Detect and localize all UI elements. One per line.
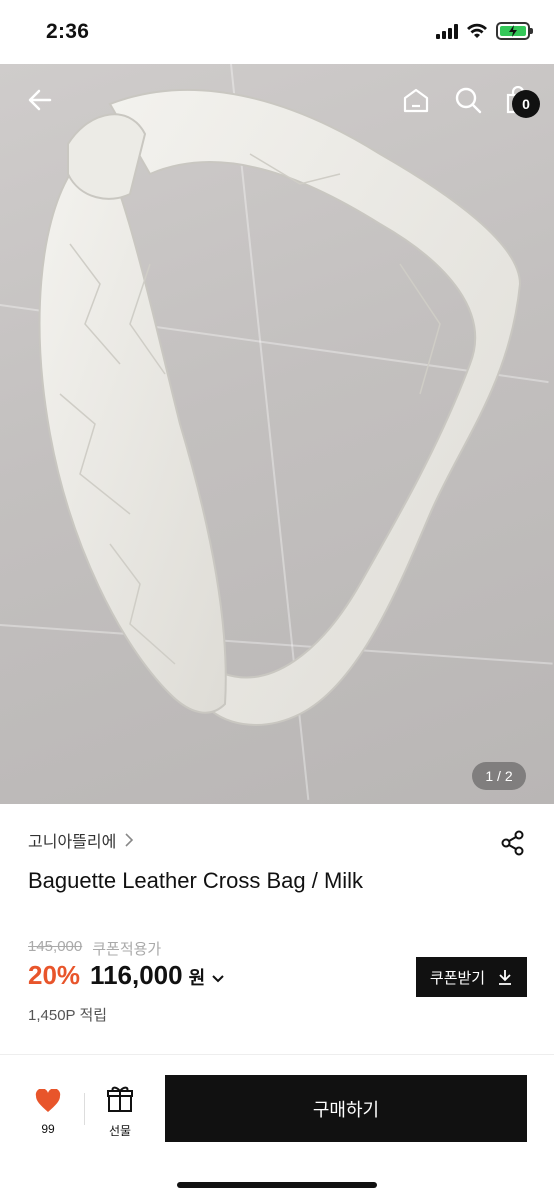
share-button[interactable] xyxy=(498,828,528,858)
price-row[interactable]: 20% 116,000 원 xyxy=(28,960,225,991)
cart-count-badge: 0 xyxy=(512,90,540,118)
product-image[interactable] xyxy=(0,64,554,804)
gift-button[interactable]: 선물 xyxy=(100,1085,140,1139)
original-price: 145,000 xyxy=(28,938,83,955)
chevron-right-icon xyxy=(125,833,134,847)
signal-icon xyxy=(436,23,458,39)
buy-button-label: 구매하기 xyxy=(312,1099,380,1120)
buy-button[interactable]: 구매하기 xyxy=(165,1075,527,1142)
share-icon xyxy=(501,830,524,856)
currency-unit: 원 xyxy=(188,968,206,988)
divider xyxy=(84,1093,85,1125)
home-icon xyxy=(403,88,429,113)
search-button[interactable] xyxy=(450,82,486,118)
brand-link[interactable]: 고니아뜰리에 xyxy=(28,828,134,852)
gift-label: 선물 xyxy=(108,1124,132,1138)
home-indicator xyxy=(177,1182,377,1188)
image-pager: 1 / 2 xyxy=(472,762,526,790)
coupon-button-label: 쿠폰받기 xyxy=(429,969,486,987)
brand-name: 고니아뜰리에 xyxy=(28,834,117,851)
like-count: 99 xyxy=(41,1122,55,1136)
reward-points: 1,450P 적립 xyxy=(28,1007,108,1024)
sale-price: 116,000 xyxy=(90,960,183,990)
coupon-download-button[interactable]: 쿠폰받기 xyxy=(416,957,527,997)
original-price-row: 145,000 쿠폰적용가 xyxy=(28,938,161,959)
coupon-price-note: 쿠폰적용가 xyxy=(92,941,162,958)
heart-icon xyxy=(35,1088,61,1112)
bottom-action-bar: 99 선물 구매하기 xyxy=(0,1054,554,1200)
wifi-icon xyxy=(467,23,487,38)
chevron-down-icon xyxy=(212,974,224,982)
status-icons xyxy=(436,22,533,40)
download-icon xyxy=(499,970,512,985)
bag-illustration xyxy=(38,88,522,726)
battery-icon xyxy=(496,22,533,40)
home-button[interactable] xyxy=(398,82,434,118)
product-title: Baguette Leather Cross Bag / Milk xyxy=(28,868,364,893)
status-bar: 2:36 xyxy=(0,0,554,64)
status-time: 2:36 xyxy=(46,20,90,43)
discount-rate: 20% xyxy=(28,960,81,990)
top-navigation: 0 xyxy=(0,64,554,134)
back-arrow-icon xyxy=(28,89,52,111)
search-icon xyxy=(455,87,482,114)
back-button[interactable] xyxy=(22,82,58,118)
like-button[interactable]: 99 xyxy=(28,1088,68,1136)
gift-icon xyxy=(107,1086,133,1112)
